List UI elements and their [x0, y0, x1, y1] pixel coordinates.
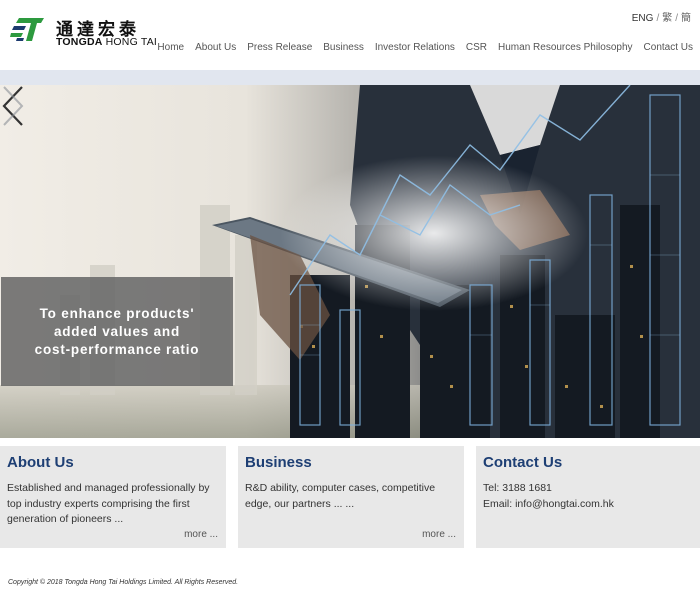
- header-divider-band: [0, 70, 700, 85]
- lang-separator: /: [675, 13, 678, 24]
- card-title: Business: [245, 454, 312, 471]
- footer-copyright: Copyright © 2018 Tongda Hong Tai Holding…: [8, 579, 239, 586]
- hero-slider[interactable]: To enhance products' added values and co…: [0, 85, 700, 438]
- slider-next-icon[interactable]: [0, 85, 26, 127]
- lang-separator: /: [656, 13, 660, 24]
- feature-cards: About Us Established and managed profess…: [0, 438, 700, 553]
- company-logo[interactable]: 通達宏泰 TONGDA HONG TAI: [10, 14, 160, 48]
- contact-tel: Tel: 3188 1681: [483, 482, 552, 494]
- card-text: R&D ability, computer cases, competitive…: [245, 482, 436, 510]
- header: 通達宏泰 TONGDA HONG TAI ENG / 繁 / 簡 Home About …: [0, 0, 700, 70]
- hero-caption-line: added values and: [53, 323, 181, 339]
- nav-press-release[interactable]: Press Release: [247, 42, 312, 53]
- contact-email[interactable]: Email: info@hongtai.com.hk: [483, 497, 695, 513]
- main-nav: Home About Us Press Release Business Inv…: [157, 42, 693, 53]
- nav-business[interactable]: Business: [323, 42, 364, 53]
- card-text: Tel: 3188 1681 Email: info@hongtai.com.h…: [483, 481, 695, 512]
- card-business: Business R&D ability, computer cases, co…: [238, 446, 464, 548]
- language-switcher: ENG / 繁 / 簡: [632, 9, 691, 24]
- lang-simplified[interactable]: 簡: [681, 13, 691, 24]
- hero-caption: To enhance products' added values and co…: [1, 277, 233, 386]
- card-title: About Us: [7, 454, 74, 471]
- nav-investor-relations[interactable]: Investor Relations: [375, 42, 455, 53]
- logo-english-name: TONGDA HONG TAI: [56, 36, 158, 48]
- lang-eng[interactable]: ENG: [632, 13, 654, 24]
- nav-human-resources[interactable]: Human Resources Philosophy: [498, 42, 633, 53]
- card-text: Established and managed professionally b…: [7, 482, 210, 525]
- nav-home[interactable]: Home: [157, 42, 184, 53]
- logo-emblem-icon: [10, 18, 44, 41]
- card-about-us: About Us Established and managed profess…: [0, 446, 226, 548]
- nav-contact-us[interactable]: Contact Us: [644, 42, 693, 53]
- lang-traditional[interactable]: 繁: [662, 13, 672, 24]
- card-contact-us: Contact Us Tel: 3188 1681 Email: info@ho…: [476, 446, 700, 548]
- hero-caption-line: cost-performance ratio: [34, 341, 200, 357]
- nav-about-us[interactable]: About Us: [195, 42, 236, 53]
- card-title: Contact Us: [483, 454, 563, 471]
- more-link[interactable]: more ...: [184, 529, 218, 540]
- more-link[interactable]: more ...: [422, 529, 456, 540]
- nav-csr[interactable]: CSR: [466, 42, 487, 53]
- hero-caption-line: To enhance products': [39, 305, 195, 321]
